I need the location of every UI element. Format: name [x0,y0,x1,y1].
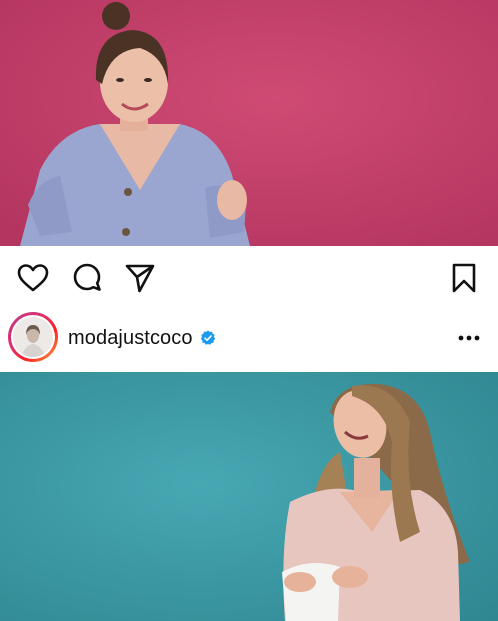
comment-icon[interactable] [71,262,103,294]
account-username[interactable]: modajustcoco [68,326,193,350]
post-action-bar [0,246,498,308]
previous-post-photo[interactable] [0,0,498,246]
heart-icon[interactable] [17,262,49,294]
post-photo[interactable] [0,372,498,621]
more-options-icon[interactable] [455,328,483,348]
bookmark-icon[interactable] [448,262,480,294]
post-header: modajustcoco [0,308,498,372]
avatar[interactable] [8,312,58,362]
send-icon[interactable] [124,262,156,294]
verified-badge-icon [200,330,216,345]
photo-woman-teal-background [0,372,498,621]
avatar-photo [13,317,53,357]
instagram-post-feed: modajustcoco [0,0,498,621]
photo-woman-magenta-background [0,0,498,246]
